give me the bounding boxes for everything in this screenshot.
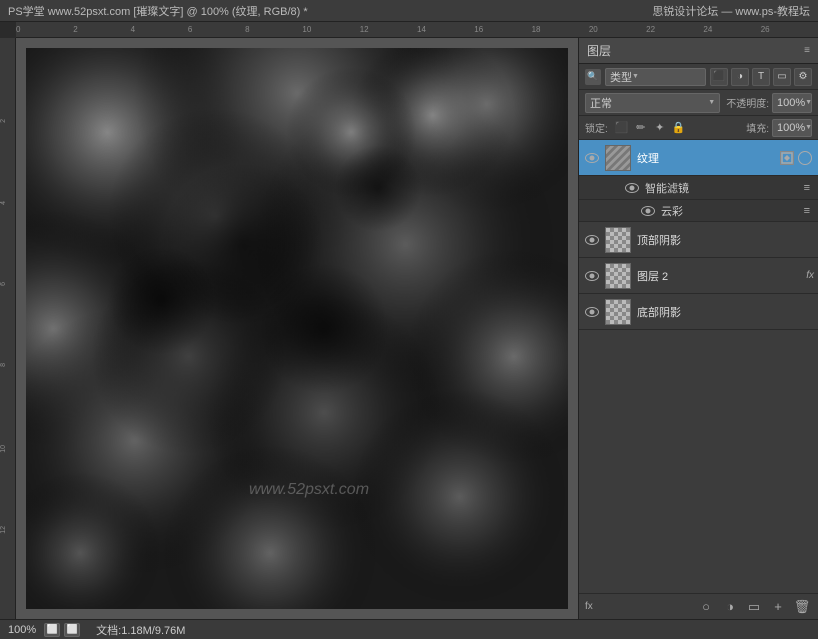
- title-left: PS学堂 www.52psxt.com [璀璨文字] @ 100% (纹理, R…: [8, 3, 308, 19]
- bottom-new-layer-icon[interactable]: +: [768, 597, 788, 617]
- fill-control: 填充: 100% ▼: [746, 119, 812, 137]
- cloud-canvas-element: [26, 48, 568, 609]
- lock-transparent-icon[interactable]: ⬛: [614, 120, 630, 136]
- layer-eye-top-shadow[interactable]: [583, 231, 601, 249]
- lock-label: 锁定:: [585, 120, 608, 135]
- ruler-top: 02468101214161820222426: [16, 22, 818, 38]
- cloud-filter-item[interactable]: 云彩 ≡: [579, 200, 818, 222]
- lock-icons: ⬛ ✏ ✦ 🔒: [614, 120, 687, 136]
- filter-pixel-icon[interactable]: ⬛: [710, 68, 728, 86]
- eye-icon-bottom-shadow: [585, 307, 599, 317]
- bottom-adjustment-icon[interactable]: ◑: [720, 597, 740, 617]
- status-icons: ⬜ ⬜: [44, 623, 80, 637]
- status-icon-2[interactable]: ⬜: [64, 623, 80, 637]
- eye-icon-top-shadow: [585, 235, 599, 245]
- filter-dropdown-arrow: ▼: [632, 73, 639, 80]
- layer-eye-bottom-shadow[interactable]: [583, 303, 601, 321]
- eye-icon-cloud: [641, 206, 655, 216]
- cloud-filter-name: 云彩: [661, 203, 683, 219]
- layer-thumb-top-shadow: [605, 227, 631, 253]
- filter-adjust-icon[interactable]: ◑: [731, 68, 749, 86]
- layer-item-bottom-shadow[interactable]: 底部阴影: [579, 294, 818, 330]
- layer-item-texture[interactable]: 纹理: [579, 140, 818, 176]
- lock-all-icon[interactable]: 🔒: [671, 120, 687, 136]
- eye-icon-texture: [585, 153, 599, 163]
- layer-filter-row: 🔍 类型 ▼ ⬛ ◑ T ▭ ⚙: [579, 64, 818, 90]
- smart-filter-label-row: 智能滤镜 ≡: [579, 176, 818, 200]
- status-zoom: 100%: [8, 624, 36, 636]
- layer-name-bottom-shadow: 底部阴影: [637, 304, 814, 320]
- cloud-filter-icon: ≡: [804, 205, 810, 217]
- panel-title: 图层: [587, 42, 611, 59]
- panel-header-icons: ≡: [804, 45, 810, 56]
- filter-smart-icon[interactable]: ⚙: [794, 68, 812, 86]
- layer-name-layer2: 图层 2: [637, 268, 804, 284]
- smart-filter-icon: ≡: [804, 182, 810, 194]
- panel-menu-icon[interactable]: ≡: [804, 45, 810, 56]
- filter-shape-icon[interactable]: ▭: [773, 68, 791, 86]
- blend-row: 正常 ▼ 不透明度: 100% ▼: [579, 90, 818, 116]
- status-icon-1[interactable]: ⬜: [44, 623, 60, 637]
- filter-search-icon[interactable]: 🔍: [585, 69, 601, 85]
- fill-label: 填充:: [746, 120, 769, 135]
- lock-move-icon[interactable]: ✦: [652, 120, 668, 136]
- smart-icon-svg: [781, 152, 793, 164]
- bottom-folder-icon[interactable]: ▭: [744, 597, 764, 617]
- layers-panel: 图层 ≡ 🔍 类型 ▼ ⬛ ◑ T ▭ ⚙ 正常 ▼: [578, 38, 818, 619]
- opacity-control: 不透明度: 100% ▼: [726, 93, 812, 113]
- main-layout: 24681012 www.52psxt.com 图层 ≡ 🔍 类型 ▼ ⬛ ◑: [0, 38, 818, 619]
- layer-name-top-shadow: 顶部阴影: [637, 232, 814, 248]
- smart-object-icon-texture: [780, 151, 794, 165]
- opacity-value[interactable]: 100% ▼: [772, 93, 812, 113]
- filter-text-icon[interactable]: T: [752, 68, 770, 86]
- lock-row: 锁定: ⬛ ✏ ✦ 🔒 填充: 100% ▼: [579, 116, 818, 140]
- lock-paint-icon[interactable]: ✏: [633, 120, 649, 136]
- layer-fx-badge-layer2: fx: [806, 270, 814, 281]
- eye-icon-layer2: [585, 271, 599, 281]
- blend-dropdown-arrow: ▼: [708, 99, 715, 106]
- layer-eye-layer2[interactable]: [583, 267, 601, 285]
- layer-item-layer2[interactable]: 图层 2 fx: [579, 258, 818, 294]
- layer-thumb-texture: [605, 145, 631, 171]
- layer-thumb-bottom-shadow: [605, 299, 631, 325]
- smart-filter-label: 智能滤镜: [645, 180, 689, 196]
- bottom-fx-label: fx: [585, 601, 593, 612]
- canvas-area: www.52psxt.com: [16, 38, 578, 619]
- opacity-label: 不透明度:: [726, 95, 769, 110]
- title-right: 思锐设计论坛 — www.ps-教程坛: [652, 3, 810, 19]
- fill-value[interactable]: 100% ▼: [772, 119, 812, 137]
- bottom-delete-icon[interactable]: 🗑: [792, 597, 812, 617]
- bottom-add-mask-icon[interactable]: ○: [696, 597, 716, 617]
- blend-mode-dropdown[interactable]: 正常 ▼: [585, 93, 720, 113]
- eye-icon-smart-filter: [625, 183, 639, 193]
- layers-panel-header: 图层 ≡: [579, 38, 818, 64]
- status-doc: 文档:1.18M/9.76M: [96, 622, 185, 638]
- layers-list[interactable]: 纹理 智能滤镜 ≡: [579, 140, 818, 593]
- smart-filter-eye[interactable]: [623, 179, 641, 197]
- filter-icons-right: ⬛ ◑ T ▭ ⚙: [710, 68, 812, 86]
- layer-thumb-layer2: [605, 263, 631, 289]
- filter-type-dropdown[interactable]: 类型 ▼: [605, 68, 706, 86]
- title-bar: PS学堂 www.52psxt.com [璀璨文字] @ 100% (纹理, R…: [0, 0, 818, 22]
- layers-bottom: fx ○ ◑ ▭ + 🗑: [579, 593, 818, 619]
- layer-item-top-shadow[interactable]: 顶部阴影: [579, 222, 818, 258]
- layer-eye-texture[interactable]: [583, 149, 601, 167]
- layer-visibility-badge-texture[interactable]: [798, 151, 812, 165]
- cloud-filter-eye[interactable]: [639, 202, 657, 220]
- ruler-left: 24681012: [0, 38, 16, 619]
- layer-name-texture: 纹理: [637, 150, 780, 166]
- canvas-content: [26, 48, 568, 609]
- status-bar: 100% ⬜ ⬜ 文档:1.18M/9.76M: [0, 619, 818, 639]
